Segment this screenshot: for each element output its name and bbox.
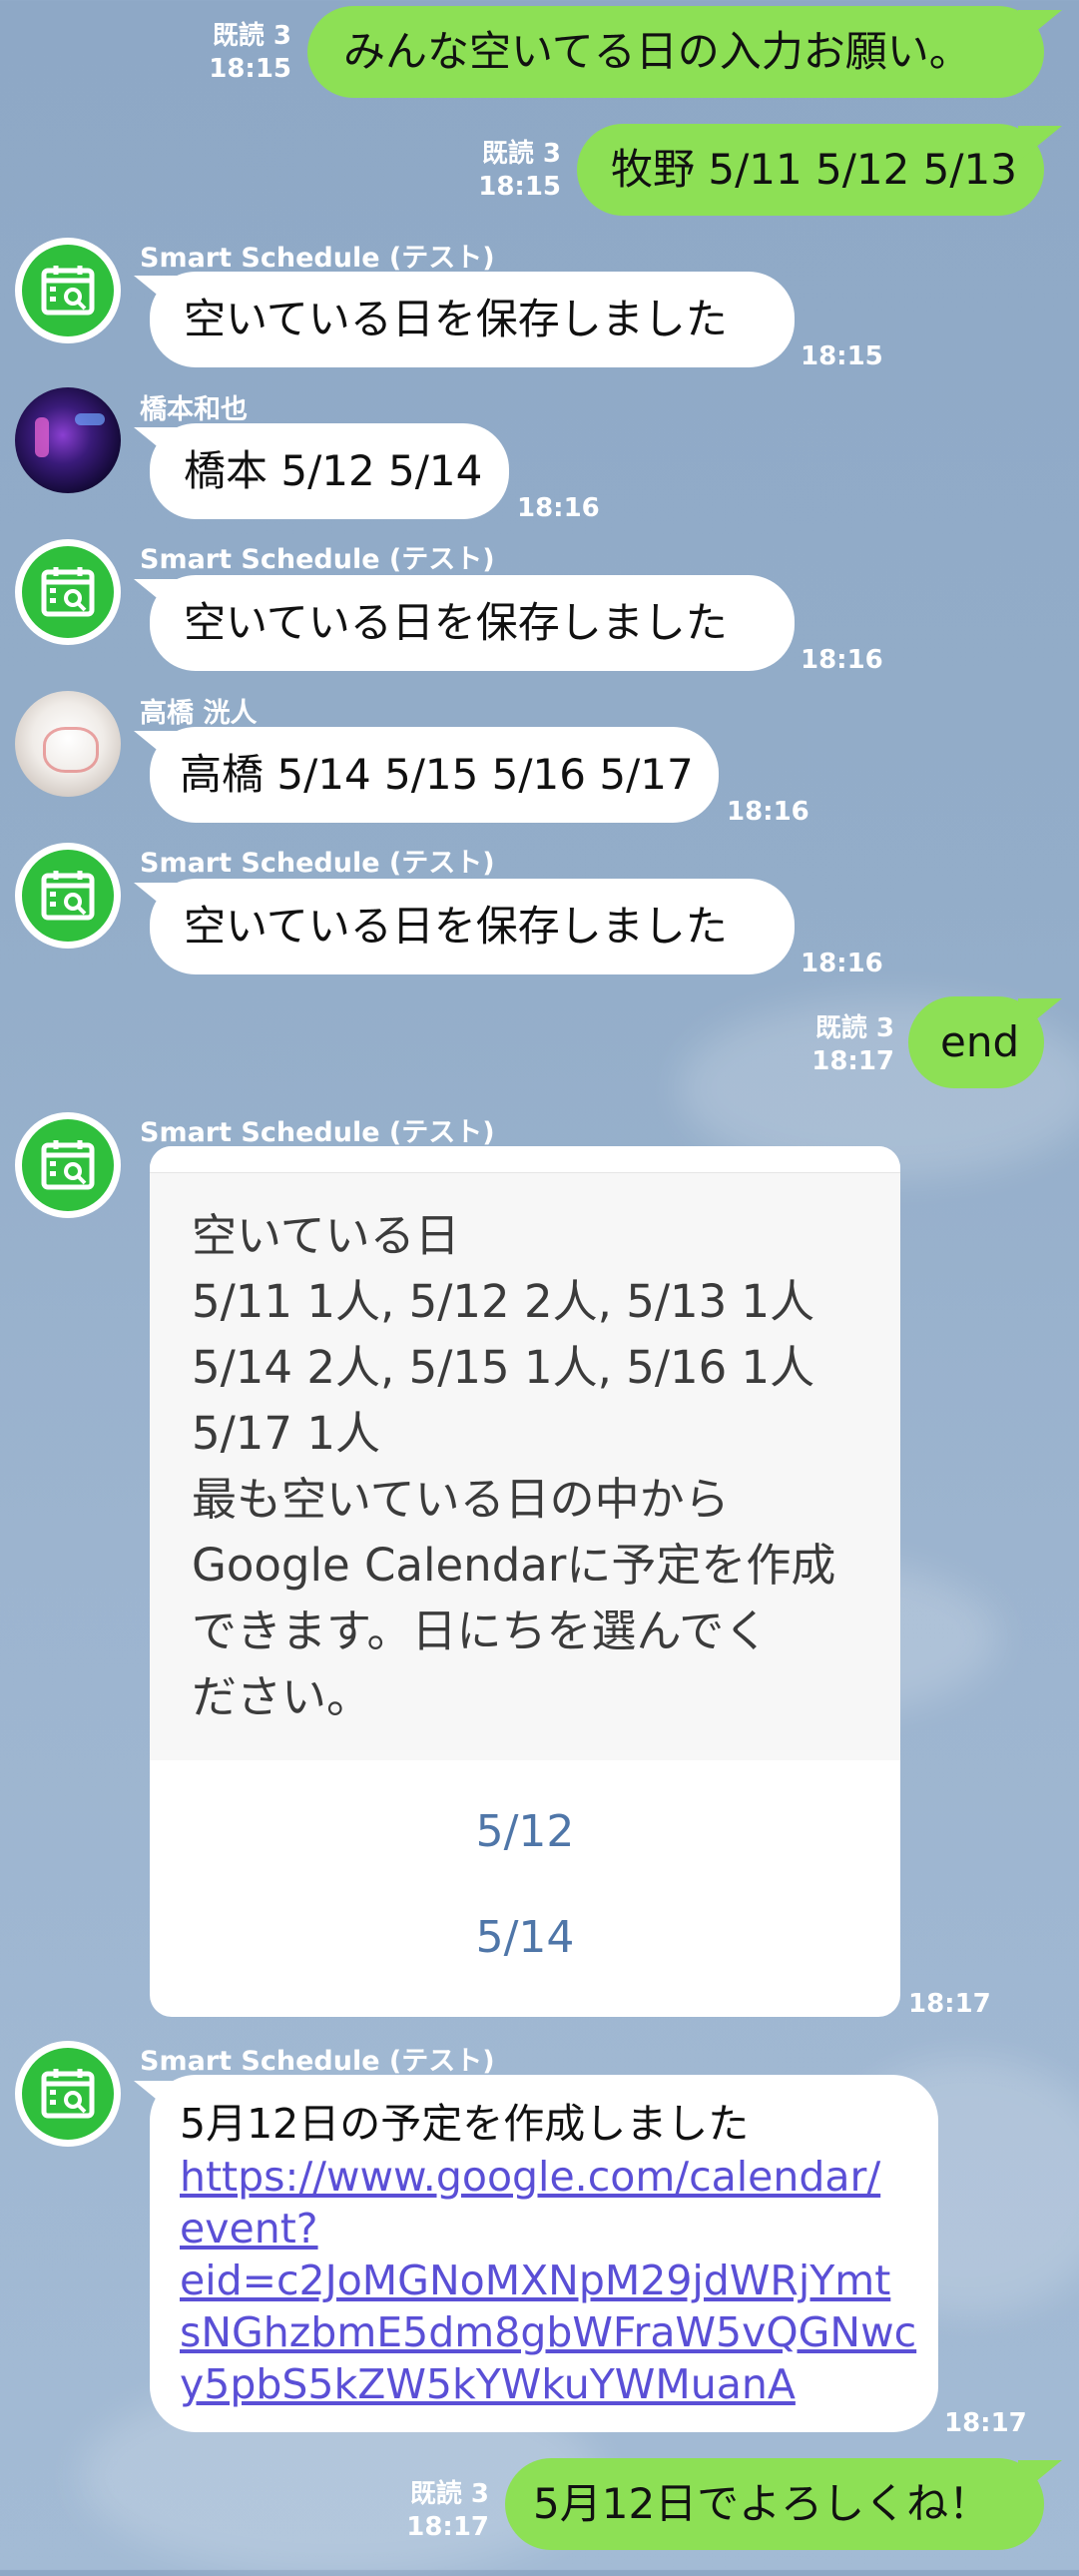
card-text-line: 5/14 2人, 5/15 1人, 5/16 1人 bbox=[192, 1341, 815, 1394]
calendar-event-link[interactable]: https://www.google.com/calendar/ event? … bbox=[180, 2151, 917, 2410]
calendar-search-icon bbox=[22, 546, 114, 638]
message-meta: 既読 3 18:17 bbox=[777, 1012, 894, 1077]
calendar-search-icon bbox=[22, 245, 114, 336]
avatar-photo-detail bbox=[35, 417, 49, 457]
message-bubble-incoming[interactable]: 橋本 5/12 5/14 bbox=[150, 423, 509, 519]
read-receipt: 既読 3 bbox=[814, 1013, 894, 1043]
message-text: 橋本 5/12 5/14 bbox=[184, 445, 483, 495]
sender-name: 橋本和也 bbox=[140, 394, 248, 425]
link-line: event? bbox=[180, 2205, 318, 2253]
bot-avatar[interactable] bbox=[15, 2041, 121, 2147]
sender-name: 高橋 洸人 bbox=[140, 698, 258, 729]
message-bubble-incoming: 5月12日の予定を作成しました https://www.google.com/c… bbox=[150, 2075, 938, 2432]
message-time: 18:17 bbox=[944, 2408, 1027, 2438]
card-top bbox=[150, 1146, 900, 1172]
bot-avatar[interactable] bbox=[15, 238, 121, 343]
message-text: 5月12日の予定を作成しました bbox=[180, 2100, 750, 2148]
link-line: sNGhzbmE5dm8gbWFraW5vQGNwc bbox=[180, 2308, 917, 2356]
message-bubble-outgoing[interactable]: 牧野 5/11 5/12 5/13 bbox=[577, 124, 1044, 216]
message-bubble-incoming[interactable]: 空いている日を保存しました bbox=[150, 272, 795, 367]
calendar-search-icon bbox=[22, 1119, 114, 1211]
card-text-line: 5/11 1人, 5/12 2人, 5/13 1人 bbox=[192, 1275, 815, 1328]
date-selection-card: 空いている日 5/11 1人, 5/12 2人, 5/13 1人 5/14 2人… bbox=[150, 1146, 900, 2017]
user-avatar-takahashi[interactable] bbox=[15, 691, 121, 797]
user-avatar-hashimoto[interactable] bbox=[15, 387, 121, 493]
card-text-line: ださい。 bbox=[192, 1670, 372, 1723]
message-text: end bbox=[940, 1016, 1020, 1066]
message-time: 18:17 bbox=[406, 2511, 489, 2542]
date-option-button[interactable]: 5/14 bbox=[150, 1884, 900, 1990]
message-text: 牧野 5/11 5/12 5/13 bbox=[611, 144, 1017, 194]
message-meta: 既読 3 18:15 bbox=[449, 138, 561, 203]
avatar-photo-detail bbox=[75, 413, 105, 425]
sender-name: Smart Schedule (テスト) bbox=[140, 1117, 495, 1148]
message-bubble-outgoing[interactable]: 5月12日でよろしくね！ bbox=[505, 2458, 1044, 2550]
message-text: 5月12日でよろしくね！ bbox=[533, 2478, 991, 2528]
message-time: 18:16 bbox=[517, 493, 600, 523]
message-time: 18:15 bbox=[478, 171, 561, 202]
sender-name: Smart Schedule (テスト) bbox=[140, 544, 495, 575]
card-text-line: 空いている日 bbox=[192, 1209, 460, 1262]
sender-name: Smart Schedule (テスト) bbox=[140, 243, 495, 274]
message-text: みんな空いてる日の入力お願い。 bbox=[343, 26, 971, 76]
message-bubble-incoming[interactable]: 空いている日を保存しました bbox=[150, 575, 795, 671]
card-text-line: Google Calendarに予定を作成 bbox=[192, 1539, 836, 1592]
card-text-line: できます。日にちを選んでく bbox=[192, 1605, 770, 1657]
link-line: y5pbS5kZW5kYWkuYWMuanA bbox=[180, 2360, 796, 2408]
message-time: 18:17 bbox=[908, 1989, 991, 2019]
message-bubble-incoming[interactable]: 空いている日を保存しました bbox=[150, 879, 795, 974]
link-line: https://www.google.com/calendar/ bbox=[180, 2153, 881, 2201]
message-meta: 既読 3 18:17 bbox=[377, 2478, 489, 2543]
read-receipt: 既読 3 bbox=[409, 2479, 489, 2509]
date-option-button[interactable]: 5/12 bbox=[150, 1778, 900, 1884]
message-time: 18:16 bbox=[727, 797, 809, 827]
read-receipt: 既読 3 bbox=[212, 21, 291, 51]
bot-avatar[interactable] bbox=[15, 843, 121, 949]
read-receipt: 既読 3 bbox=[481, 139, 561, 169]
message-time: 18:16 bbox=[801, 645, 883, 675]
calendar-search-icon bbox=[22, 850, 114, 942]
message-text: 空いている日を保存しました bbox=[184, 597, 728, 647]
message-time: 18:16 bbox=[801, 949, 883, 978]
message-bubble-incoming[interactable]: 高橋 5/14 5/15 5/16 5/17 bbox=[150, 727, 719, 823]
bot-avatar[interactable] bbox=[15, 539, 121, 645]
link-line: eid=c2JoMGNoMXNpM29jdWRjYmt bbox=[180, 2256, 891, 2304]
message-time: 18:15 bbox=[801, 341, 883, 371]
card-text-line: 最も空いている日の中から bbox=[192, 1473, 730, 1526]
message-text: 空いている日を保存しました bbox=[184, 901, 728, 951]
message-time: 18:15 bbox=[209, 53, 291, 84]
card-message-body: 空いている日 5/11 1人, 5/12 2人, 5/13 1人 5/14 2人… bbox=[150, 1172, 900, 1760]
avatar-photo-detail bbox=[43, 727, 99, 773]
sender-name: Smart Schedule (テスト) bbox=[140, 2046, 495, 2077]
message-text: 高橋 5/14 5/15 5/16 5/17 bbox=[180, 749, 694, 799]
message-text: 空いている日を保存しました bbox=[184, 294, 728, 343]
calendar-search-icon bbox=[22, 2048, 114, 2140]
card-text-line: 5/17 1人 bbox=[192, 1407, 380, 1460]
message-bubble-outgoing[interactable]: みんな空いてる日の入力お願い。 bbox=[307, 6, 1044, 98]
message-time: 18:17 bbox=[811, 1045, 894, 1076]
sender-name: Smart Schedule (テスト) bbox=[140, 848, 495, 879]
message-meta: 既読 3 18:15 bbox=[180, 20, 291, 85]
bot-avatar[interactable] bbox=[15, 1112, 121, 1218]
